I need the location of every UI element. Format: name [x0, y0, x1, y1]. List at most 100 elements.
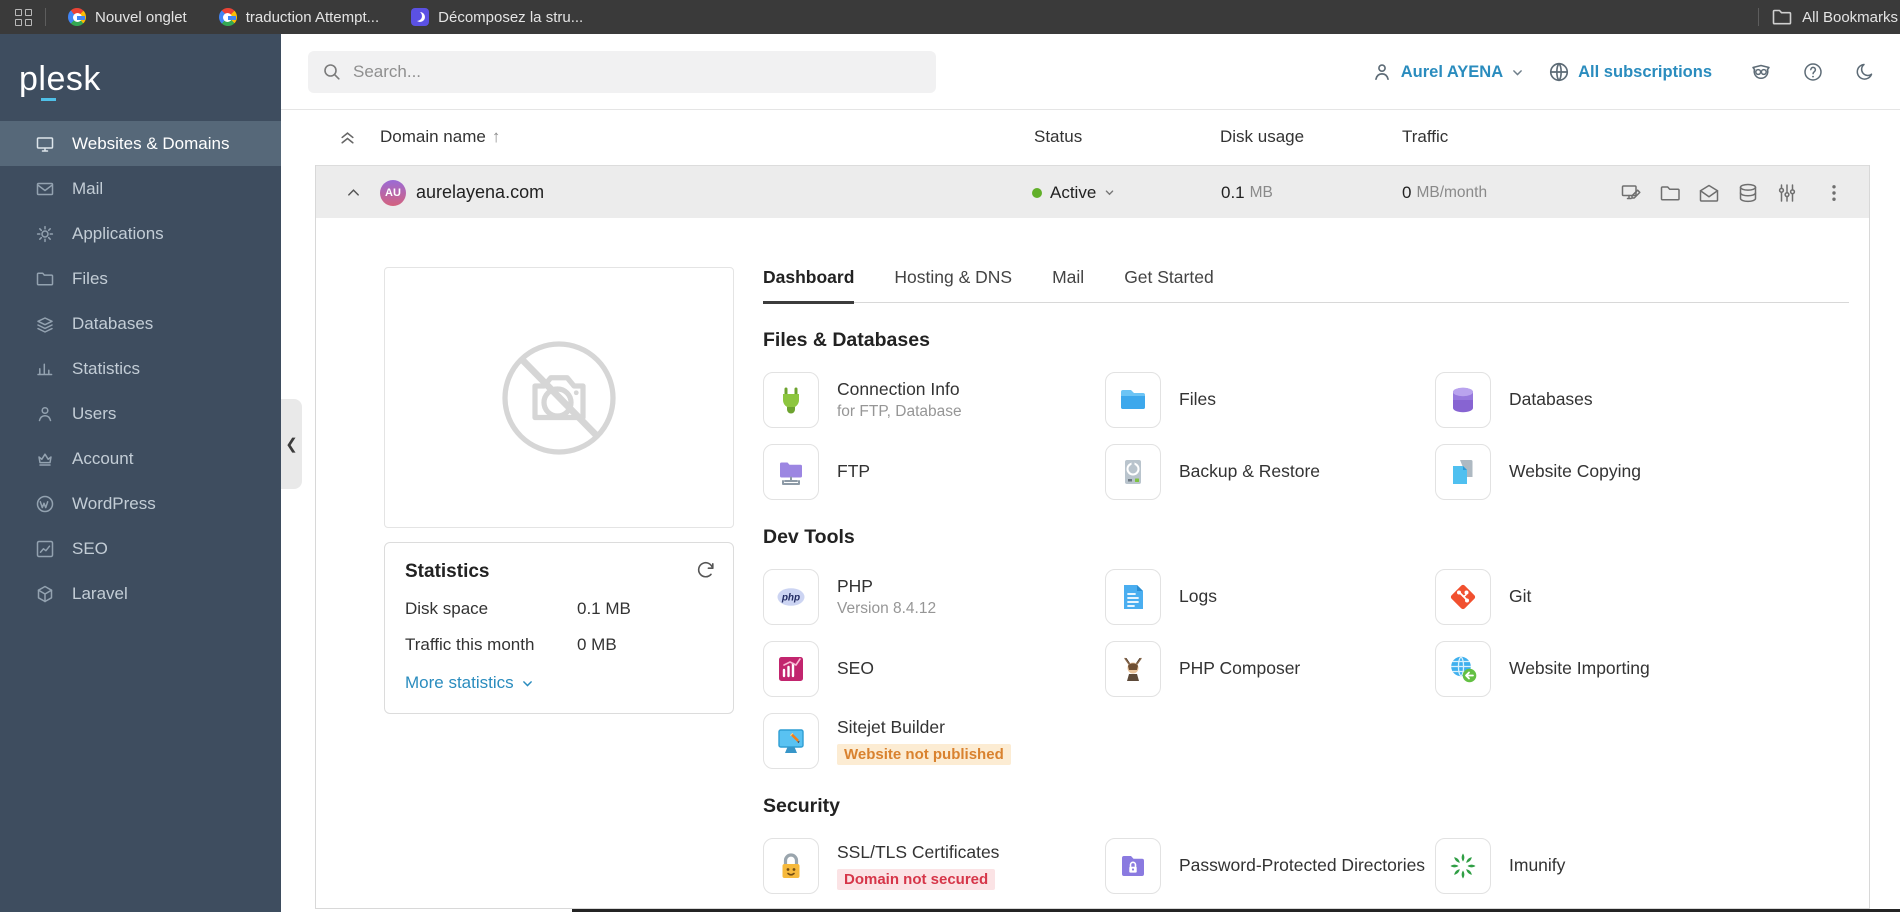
subscriptions-selector[interactable]: All subscriptions	[1548, 61, 1712, 83]
subscriptions-label: All subscriptions	[1578, 62, 1712, 81]
monitor-icon	[35, 134, 55, 154]
column-domain-name[interactable]: Domain name ↑	[380, 127, 500, 147]
tile-subtitle: for FTP, Database	[837, 403, 962, 421]
user-name: Aurel AYENA	[1400, 62, 1504, 81]
status-badge[interactable]: Active	[1032, 166, 1115, 219]
column-traffic[interactable]: Traffic	[1402, 127, 1448, 147]
kebab-menu-icon[interactable]	[1823, 182, 1845, 204]
folder-outline-icon[interactable]	[1659, 182, 1681, 204]
sidebar-item-users[interactable]: Users	[0, 391, 281, 436]
tile-php-composer[interactable]: PHP Composer	[1105, 641, 1435, 697]
sidebar: plesk Websites & Domains Mail Applicatio…	[0, 34, 281, 912]
collapse-row-icon[interactable]	[340, 166, 366, 219]
main-area: Aurel AYENA All subscriptions Domain nam…	[281, 34, 1900, 912]
bookmark-traduction-attempt[interactable]: traduction Attempt...	[209, 0, 401, 34]
section-title: Files & Databases	[763, 329, 930, 351]
status-dot	[1032, 187, 1042, 198]
domain-row: AU aurelayena.com Active 0.1 MB 0 MB/month	[316, 165, 1869, 218]
tile-databases[interactable]: Databases	[1435, 372, 1775, 428]
tile-git[interactable]: Git	[1435, 569, 1775, 625]
tile-password-protected-directories[interactable]: Password-Protected Directories	[1105, 838, 1435, 894]
section-title: Security	[763, 795, 840, 817]
sidebar-item-wordpress[interactable]: WordPress	[0, 481, 281, 526]
sidebar-item-files[interactable]: Files	[0, 256, 281, 301]
password-folder-icon	[1105, 838, 1161, 894]
section-files-databases: Files & Databases Connection Info for FT…	[763, 329, 1849, 500]
bookmark-d-composez-la-stru[interactable]: Décomposez la stru...	[401, 0, 605, 34]
seo-chart-icon	[35, 539, 55, 559]
bookmark-nouvel-onglet[interactable]: Nouvel onglet	[58, 0, 209, 34]
all-bookmarks-button[interactable]: All Bookmarks	[1771, 6, 1900, 28]
backup-icon	[1105, 444, 1161, 500]
plesk-app: Nouvel onglet traduction Attempt... Déco…	[0, 0, 1900, 912]
dark-mode-moon-icon[interactable]	[1854, 61, 1876, 83]
website-importing-icon	[1435, 641, 1491, 697]
sidebar-item-databases[interactable]: Databases	[0, 301, 281, 346]
apps-grid-icon[interactable]	[15, 8, 32, 26]
sidebar-item-laravel[interactable]: Laravel	[0, 571, 281, 616]
chevron-down-icon	[1104, 187, 1115, 198]
databases-icon	[1435, 372, 1491, 428]
database-outline-icon[interactable]	[1737, 182, 1759, 204]
sidebar-item-account[interactable]: Account	[0, 436, 281, 481]
domain-dashboard: Dashboard Hosting & DNS Mail Get Started Fi…	[763, 267, 1849, 894]
traffic-value: 0 MB/month	[1402, 182, 1488, 202]
google-favicon	[218, 8, 237, 26]
sidebar-item-mail[interactable]: Mail	[0, 166, 281, 211]
tile-backup-restore[interactable]: Backup & Restore	[1105, 444, 1435, 500]
plesk-logo[interactable]: plesk	[19, 60, 129, 101]
connection-info-icon	[763, 372, 819, 428]
sort-asc-icon: ↑	[491, 127, 501, 146]
php-composer-icon	[1105, 641, 1161, 697]
tile-files[interactable]: Files	[1105, 372, 1435, 428]
sidebar-item-websites-domains[interactable]: Websites & Domains	[0, 121, 281, 166]
seo-icon	[763, 641, 819, 697]
globe-icon	[1548, 61, 1570, 83]
assistant-owl-icon[interactable]	[1750, 61, 1772, 83]
site-screenshot-placeholder[interactable]	[384, 267, 734, 528]
wordpress-icon	[35, 494, 55, 514]
collapse-all-icon[interactable]	[339, 130, 356, 152]
tile-connection-info[interactable]: Connection Info for FTP, Database	[763, 372, 1105, 428]
sidebar-item-seo[interactable]: SEO	[0, 526, 281, 571]
tile-sitejet-builder[interactable]: Sitejet Builder Website not published	[763, 713, 1105, 769]
search-icon	[322, 62, 342, 82]
tile-badge-website-not-published: Website not published	[837, 743, 1011, 765]
sliders-icon[interactable]	[1776, 182, 1798, 204]
tile-ftp[interactable]: FTP	[763, 444, 1105, 500]
user-menu[interactable]: Aurel AYENA	[1371, 61, 1524, 83]
tab-hosting-dns[interactable]: Hosting & DNS	[894, 267, 1012, 302]
tile-logs[interactable]: Logs	[1105, 569, 1435, 625]
tile-website-copying[interactable]: Website Copying	[1435, 444, 1775, 500]
disk-usage-value: 0.1 MB	[1221, 182, 1273, 202]
column-disk-usage[interactable]: Disk usage	[1220, 127, 1304, 147]
files-icon	[1105, 372, 1161, 428]
sidebar-item-applications[interactable]: Applications	[0, 211, 281, 256]
more-statistics-link[interactable]: More statistics	[405, 673, 713, 693]
search-input[interactable]	[353, 62, 922, 82]
domains-table-header: Domain name ↑ Status Disk usage Traffic	[281, 110, 1900, 165]
tab-get-started[interactable]: Get Started	[1124, 267, 1214, 302]
domain-card: AU aurelayena.com Active 0.1 MB 0 MB/month	[315, 165, 1870, 909]
divider	[45, 8, 46, 26]
tile-ssl-tls-certificates[interactable]: SSL/TLS Certificates Domain not secured	[763, 838, 1105, 894]
refresh-icon[interactable]	[695, 559, 717, 581]
site-preview-icon[interactable]	[1620, 182, 1642, 204]
tile-website-importing[interactable]: Website Importing	[1435, 641, 1775, 697]
sidebar-collapse-handle[interactable]: ❮	[281, 399, 302, 489]
laravel-icon	[35, 584, 55, 604]
tile-php[interactable]: php PHP Version 8.4.12	[763, 569, 1105, 625]
domain-name[interactable]: aurelayena.com	[416, 166, 544, 219]
tab-mail[interactable]: Mail	[1052, 267, 1084, 302]
tile-seo[interactable]: SEO	[763, 641, 1105, 697]
mail-outline-icon[interactable]	[1698, 182, 1720, 204]
section-title: Dev Tools	[763, 526, 855, 548]
sidebar-item-statistics[interactable]: Statistics	[0, 346, 281, 391]
tile-imunify[interactable]: Imunify	[1435, 838, 1775, 894]
column-status[interactable]: Status	[1034, 127, 1082, 147]
mail-icon	[35, 179, 55, 199]
crown-icon	[35, 449, 55, 469]
help-icon[interactable]	[1802, 61, 1824, 83]
tab-dashboard[interactable]: Dashboard	[763, 267, 855, 304]
search-box	[308, 51, 936, 93]
